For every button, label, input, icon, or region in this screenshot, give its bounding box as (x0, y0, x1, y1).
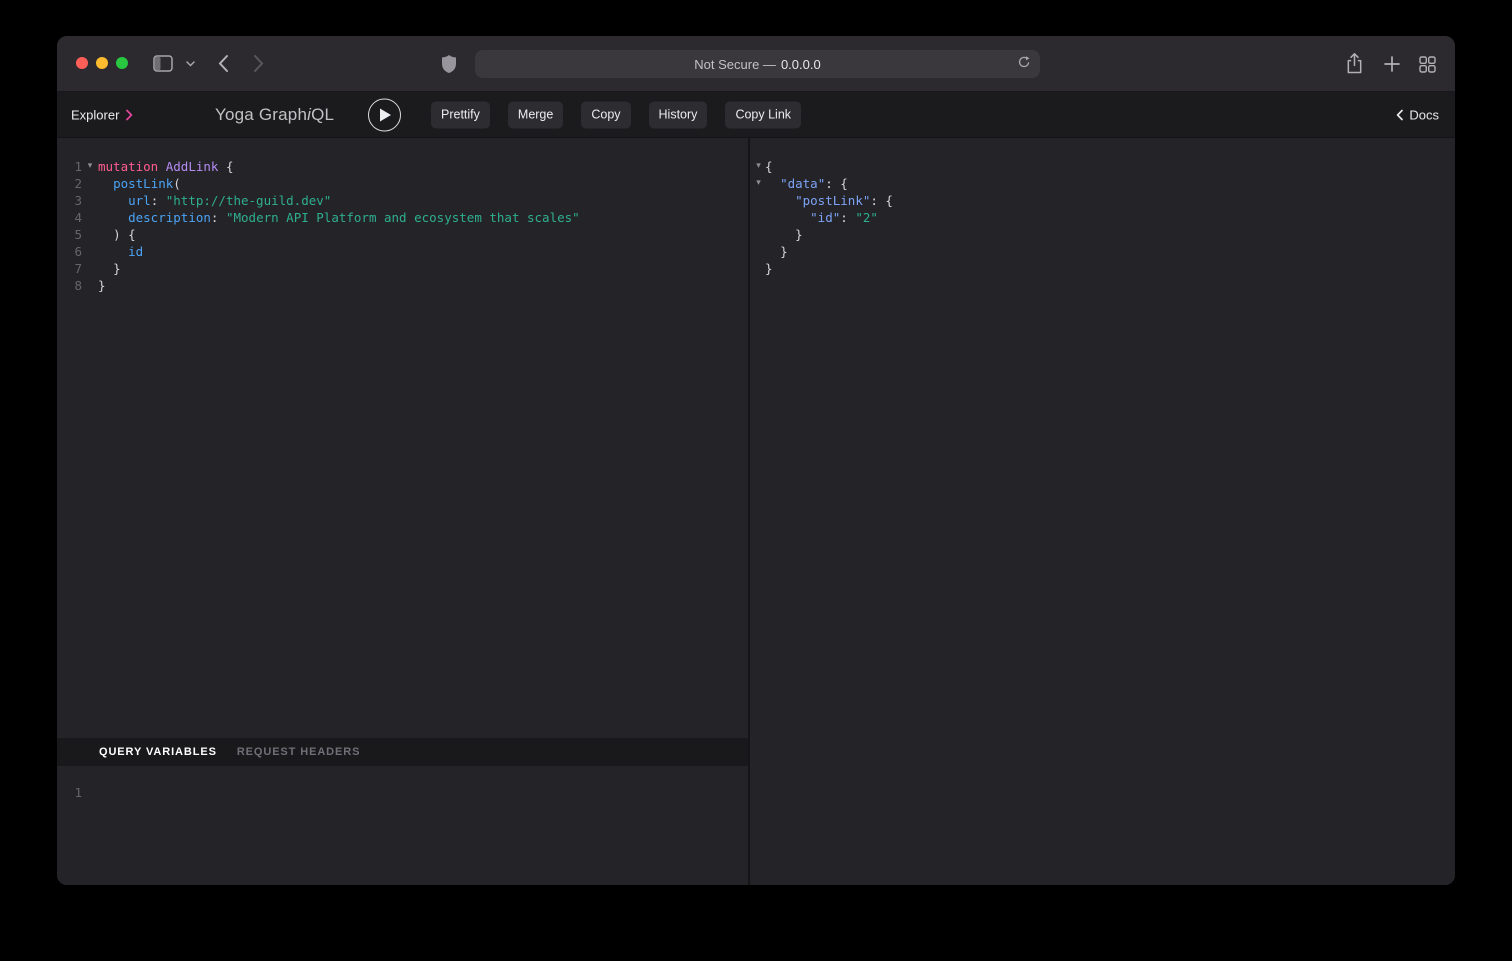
query-pane: 1▾mutation AddLink {2 postLink(3 url: "h… (57, 138, 748, 885)
code-line: 8} (57, 277, 748, 294)
code-text: } (98, 260, 121, 277)
fold-arrow-icon[interactable]: ▾ (752, 158, 765, 175)
fold-arrow-icon[interactable]: ▾ (752, 175, 765, 192)
line-number: 5 (57, 226, 82, 243)
fold-spacer (82, 226, 98, 243)
line-number: 6 (57, 243, 82, 260)
code-text: "id": "2" (765, 209, 878, 226)
share-icon[interactable] (1345, 52, 1364, 75)
code-line: 6 id (57, 243, 748, 260)
fold-spacer (82, 784, 98, 801)
explorer-label: Explorer (71, 107, 119, 122)
line-number: 8 (57, 277, 82, 294)
fold-spacer (752, 192, 765, 209)
code-text: id (98, 243, 143, 260)
back-icon[interactable] (218, 54, 229, 73)
close-button[interactable] (76, 57, 88, 69)
code-text: mutation AddLink { (98, 158, 234, 175)
code-text: postLink( (98, 175, 181, 192)
tab-overview-icon[interactable] (1419, 56, 1436, 73)
fold-spacer (752, 260, 765, 277)
browser-chrome: Not Secure — 0.0.0.0 (57, 36, 1455, 92)
code-line: } (752, 260, 1455, 277)
security-label: Not Secure — (694, 57, 776, 72)
code-line: 3 url: "http://the-guild.dev" (57, 192, 748, 209)
gql-toolbar-buttons: Prettify Merge Copy History Copy Link (431, 101, 801, 128)
tab-query-variables[interactable]: QUERY VARIABLES (99, 746, 217, 758)
fold-spacer (82, 260, 98, 277)
code-line: ▾ "data": { (752, 175, 1455, 192)
line-number: 2 (57, 175, 82, 192)
code-text: "postLink": { (765, 192, 893, 209)
address-bar[interactable]: Not Secure — 0.0.0.0 (475, 50, 1040, 78)
response-viewer[interactable]: ▾{▾ "data": { "postLink": { "id": "2" } … (750, 138, 1455, 277)
explorer-chevron-icon (126, 109, 133, 120)
code-line: } (752, 226, 1455, 243)
forward-icon[interactable] (253, 54, 264, 73)
code-text: url: "http://the-guild.dev" (98, 192, 331, 209)
code-text: ) { (98, 226, 136, 243)
fold-spacer (82, 277, 98, 294)
response-pane: ▾{▾ "data": { "postLink": { "id": "2" } … (750, 138, 1455, 885)
docs-chevron-icon (1396, 109, 1403, 120)
fold-spacer (752, 243, 765, 260)
fold-spacer (752, 226, 765, 243)
zoom-button[interactable] (116, 57, 128, 69)
code-text: } (765, 260, 773, 277)
tab-request-headers[interactable]: REQUEST HEADERS (237, 746, 361, 758)
code-line: "id": "2" (752, 209, 1455, 226)
copy-button[interactable]: Copy (581, 101, 630, 128)
url-host: 0.0.0.0 (781, 57, 821, 72)
chevron-down-icon[interactable] (186, 61, 195, 67)
variables-editor[interactable]: 1 (57, 766, 748, 885)
code-line: } (752, 243, 1455, 260)
line-number: 7 (57, 260, 82, 277)
docs-toggle[interactable]: Docs (1396, 107, 1439, 122)
explorer-toggle[interactable]: Explorer (71, 107, 133, 122)
line-number: 4 (57, 209, 82, 226)
code-line: 4 description: "Modern API Platform and … (57, 209, 748, 226)
code-line: 1 (57, 784, 748, 801)
copy-link-button[interactable]: Copy Link (725, 101, 801, 128)
fold-spacer (82, 243, 98, 260)
code-text: { (765, 158, 773, 175)
code-text: "data": { (765, 175, 848, 192)
line-number: 3 (57, 192, 82, 209)
line-number: 1 (57, 158, 82, 175)
line-number: 1 (57, 784, 82, 801)
shield-icon[interactable] (441, 54, 457, 74)
variables-tabbar: QUERY VARIABLES REQUEST HEADERS (57, 738, 748, 766)
code-line: ▾{ (752, 158, 1455, 175)
prettify-button[interactable]: Prettify (431, 101, 490, 128)
minimize-button[interactable] (96, 57, 108, 69)
new-tab-icon[interactable] (1384, 56, 1400, 72)
history-button[interactable]: History (649, 101, 708, 128)
sidebar-icon[interactable] (153, 55, 173, 72)
docs-label: Docs (1409, 107, 1439, 122)
reload-icon[interactable] (1017, 56, 1031, 73)
play-icon (379, 107, 392, 122)
code-text: } (98, 277, 106, 294)
graphiql-toolbar: Explorer Yoga GraphiQL Prettify Merge Copy… (57, 92, 1455, 138)
code-line: "postLink": { (752, 192, 1455, 209)
execute-query-button[interactable] (368, 98, 401, 131)
code-text: description: "Modern API Platform and ec… (98, 209, 580, 226)
app-title: Yoga GraphiQL (215, 105, 334, 125)
code-line: 2 postLink( (57, 175, 748, 192)
query-editor[interactable]: 1▾mutation AddLink {2 postLink(3 url: "h… (57, 138, 748, 738)
browser-window: Not Secure — 0.0.0.0 Explorer Yoga Graph… (57, 36, 1455, 885)
fold-arrow-icon[interactable]: ▾ (82, 158, 98, 175)
fold-spacer (752, 209, 765, 226)
code-line: 5 ) { (57, 226, 748, 243)
code-text: } (765, 226, 803, 243)
fold-spacer (82, 209, 98, 226)
fold-spacer (82, 192, 98, 209)
merge-button[interactable]: Merge (508, 101, 563, 128)
code-line: 1▾mutation AddLink { (57, 158, 748, 175)
fold-spacer (82, 175, 98, 192)
code-text: } (765, 243, 788, 260)
workspace: 1▾mutation AddLink {2 postLink(3 url: "h… (57, 138, 1455, 885)
code-line: 7 } (57, 260, 748, 277)
